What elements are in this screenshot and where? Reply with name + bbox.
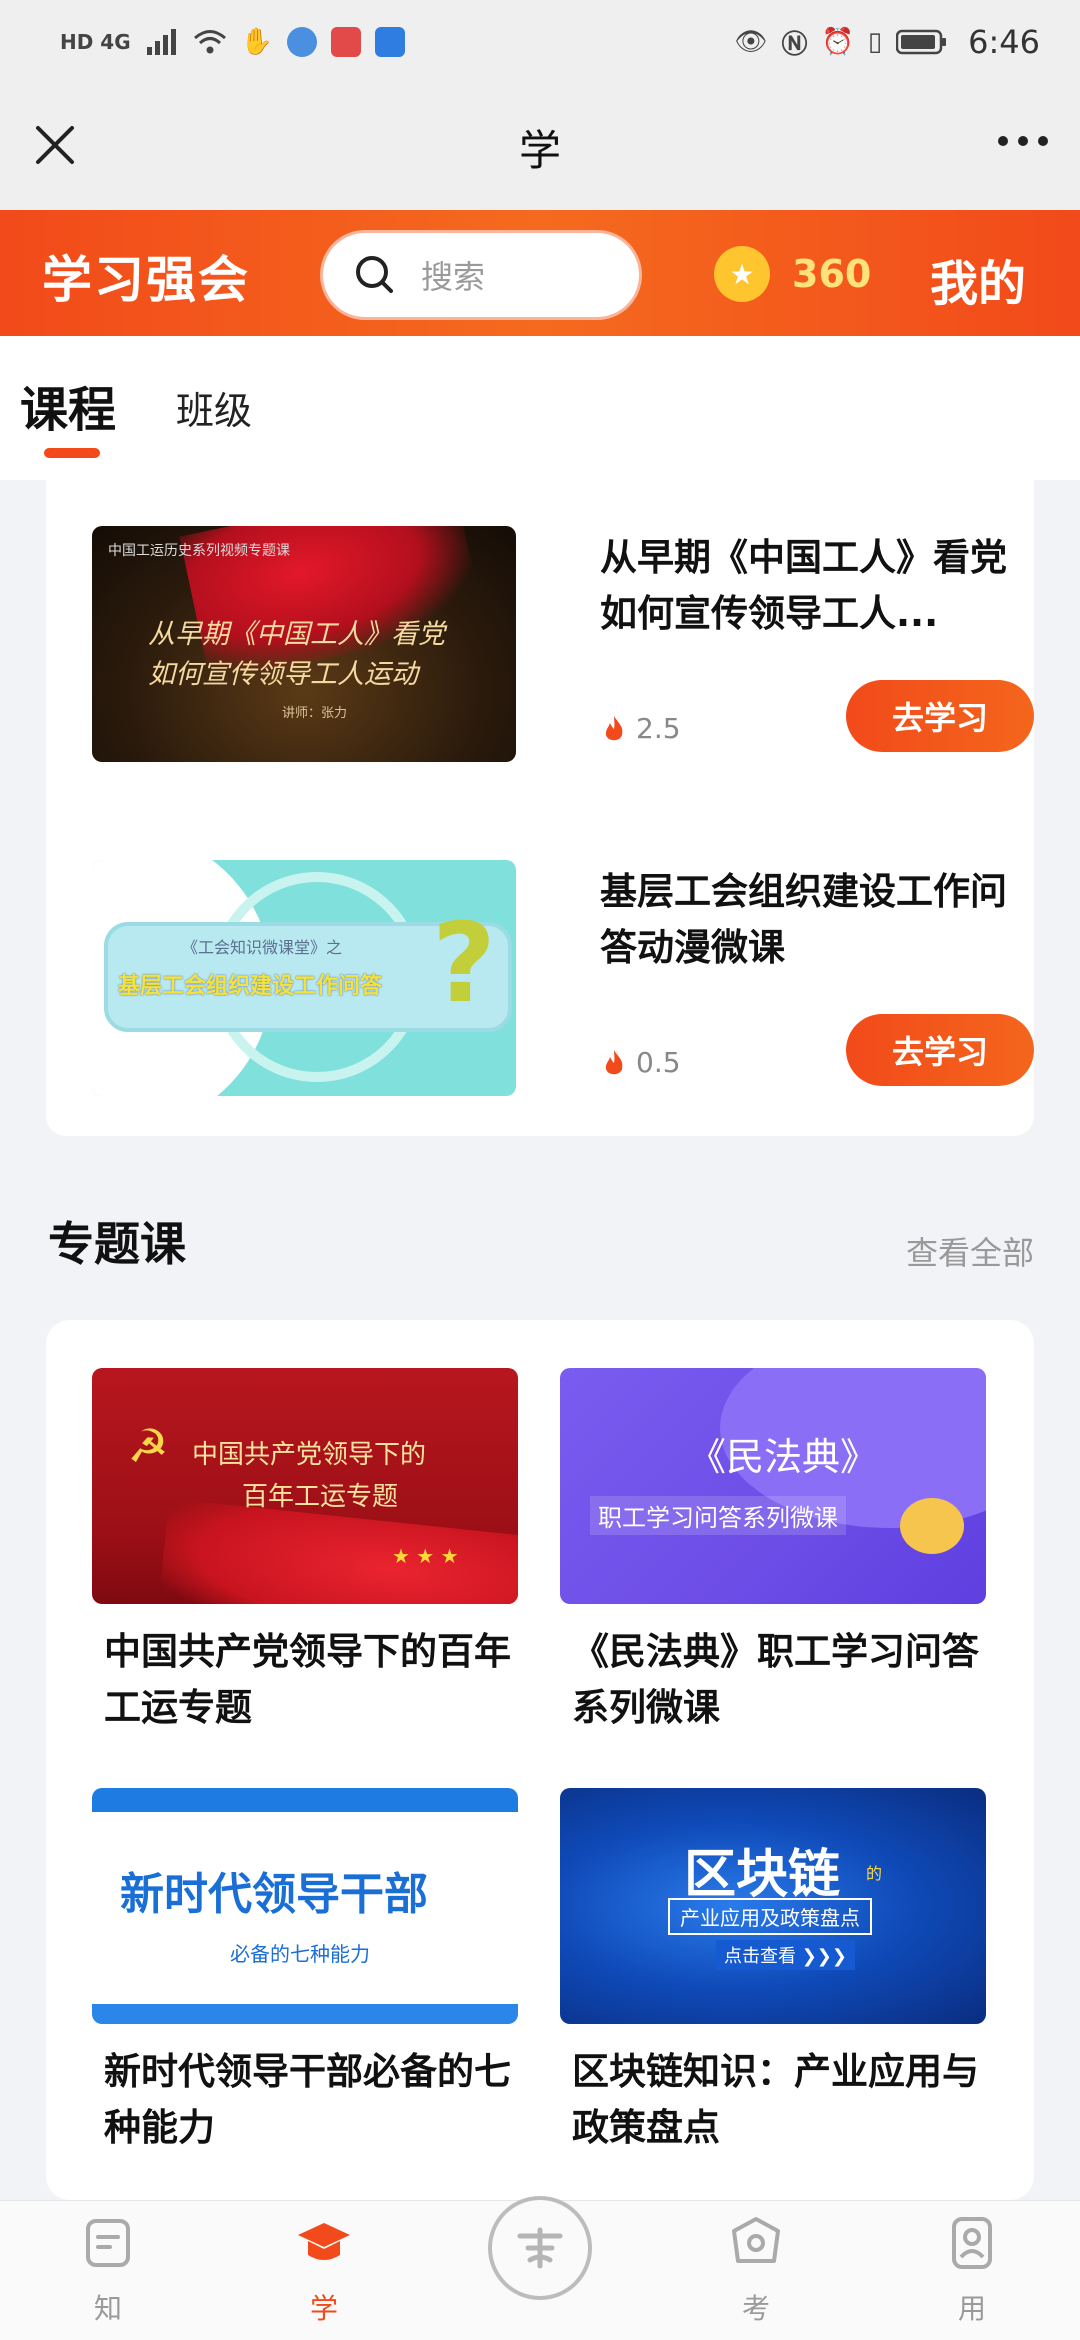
flame-icon [605, 1049, 623, 1074]
topic-image[interactable]: 新时代领导干部 必备的七种能力 [92, 1788, 518, 2024]
battery-icon [896, 29, 947, 55]
course-heat: 0.5 [602, 1046, 681, 1079]
wifi-icon [193, 30, 226, 54]
eye-icon: 👁 [734, 27, 768, 57]
tab-classes[interactable]: 班级 [176, 380, 252, 435]
center-logo-button[interactable] [488, 2196, 592, 2300]
close-icon[interactable] [30, 120, 80, 170]
nav-title: 学 [518, 125, 561, 175]
exam-icon [732, 2217, 780, 2263]
app-blue-icon [287, 27, 318, 57]
course-list: 中国工运历史系列视频专题课 从早期《中国工人》看党 如何宣传领导工人运动 讲师：… [46, 480, 1034, 1136]
app-red-icon [331, 27, 362, 57]
gavel-icon [900, 1498, 964, 1554]
topic-image[interactable]: 《民法典》 职工学习问答系列微课 [560, 1368, 986, 1604]
alarm-icon: ⏰ [821, 27, 854, 57]
flame-icon [605, 715, 623, 740]
course-item[interactable]: 中国工运历史系列视频专题课 从早期《中国工人》看党 如何宣传领导工人运动 讲师：… [92, 526, 1034, 762]
view-all-link[interactable]: 查看全部 [906, 1228, 1034, 1274]
topic-image[interactable]: ☭ 中国共产党领导下的 百年工运专题 ★ ★ ★ [92, 1368, 518, 1604]
topic-title[interactable]: 区块链知识：产业应用与政策盘点 [560, 2044, 986, 2156]
app-bulb-icon [375, 27, 406, 57]
course-item[interactable]: 《工会知识微课堂》之 基层工会组织建设工作问答 ? 基层工会组织建设工作问答动漫… [92, 860, 1034, 1096]
network-label: HD 4G [60, 30, 131, 54]
center-logo-icon [517, 2227, 563, 2269]
topic-card[interactable]: 新时代领导干部 必备的七种能力 新时代领导干部必备的七种能力 [92, 1788, 518, 2156]
topic-card[interactable]: 区块链 的 产业应用及政策盘点 点击查看 ❯❯❯ 区块链知识：产业应用与政策盘点 [560, 1788, 986, 2156]
tab-bar: 课程 班级 [0, 336, 1080, 480]
nav-bar: 学 [0, 84, 1080, 210]
active-tab-indicator [44, 448, 100, 458]
topic-grid: ☭ 中国共产党领导下的 百年工运专题 ★ ★ ★ 中国共产党领导下的百年工运专题… [46, 1320, 1034, 2200]
question-mark-icon: ? [432, 899, 496, 1027]
topic-title[interactable]: 《民法典》职工学习问答系列微课 [560, 1624, 986, 1736]
more-options-icon[interactable] [998, 136, 1048, 146]
apply-icon [952, 2217, 992, 2269]
course-heat: 2.5 [602, 712, 681, 745]
party-emblem-icon: ☭ [127, 1419, 169, 1473]
tab-courses[interactable]: 课程 [20, 370, 116, 440]
nav-item-exam[interactable]: 考 [696, 2215, 816, 2327]
heat-value: 0.5 [636, 1046, 681, 1079]
course-title[interactable]: 从早期《中国工人》看党如何宣传领导工人... [600, 530, 1040, 642]
course-thumbnail[interactable]: 中国工运历史系列视频专题课 从早期《中国工人》看党 如何宣传领导工人运动 讲师：… [92, 526, 516, 762]
status-right: 👁 Ⓝ ⏰ ▯ 6:46 [734, 23, 1040, 61]
start-learning-button[interactable]: 去学习 [846, 1014, 1034, 1086]
clock-time: 6:46 [968, 23, 1040, 61]
nav-item-knowledge[interactable]: 知 [48, 2215, 168, 2327]
heat-value: 2.5 [636, 712, 681, 745]
search-icon [356, 256, 393, 293]
nfc-icon: Ⓝ [781, 29, 808, 60]
hand-icon: ✋ [240, 27, 274, 57]
status-bar: HD 4G ✋ 👁 Ⓝ ⏰ ▯ 6:46 [0, 0, 1080, 84]
course-title[interactable]: 基层工会组织建设工作问答动漫微课 [600, 864, 1040, 976]
topic-title[interactable]: 中国共产党领导下的百年工运专题 [92, 1624, 518, 1736]
topic-card[interactable]: 《民法典》 职工学习问答系列微课 《民法典》职工学习问答系列微课 [560, 1368, 986, 1736]
graduation-cap-icon [298, 2223, 350, 2260]
points-count[interactable]: 360 [792, 252, 871, 296]
topic-title[interactable]: 新时代领导干部必备的七种能力 [92, 2044, 518, 2156]
app-header: 学习强会 搜索 ★ 360 我的 [0, 210, 1080, 336]
course-thumbnail[interactable]: 《工会知识微课堂》之 基层工会组织建设工作问答 ? [92, 860, 516, 1096]
nav-item-apply[interactable]: 用 [912, 2215, 1032, 2327]
search-box[interactable]: 搜索 [320, 230, 642, 320]
app-logo: 学习强会 [42, 251, 250, 309]
knowledge-icon [86, 2219, 130, 2267]
search-placeholder: 搜索 [421, 258, 486, 296]
topic-card[interactable]: ☭ 中国共产党领导下的 百年工运专题 ★ ★ ★ 中国共产党领导下的百年工运专题 [92, 1368, 518, 1736]
start-learning-button[interactable]: 去学习 [846, 680, 1034, 752]
nav-item-learn[interactable]: 学 [264, 2215, 384, 2327]
coin-icon: ★ [714, 246, 770, 302]
mine-button[interactable]: 我的 [930, 244, 1026, 314]
signal-icon [146, 29, 176, 55]
status-left: HD 4G ✋ [60, 27, 406, 57]
topic-image[interactable]: 区块链 的 产业应用及政策盘点 点击查看 ❯❯❯ [560, 1788, 986, 2024]
section-title: 专题课 [48, 1217, 186, 1271]
stars-icon: ★ ★ ★ [392, 1544, 459, 1568]
vibrate-icon: ▯ [867, 27, 883, 57]
